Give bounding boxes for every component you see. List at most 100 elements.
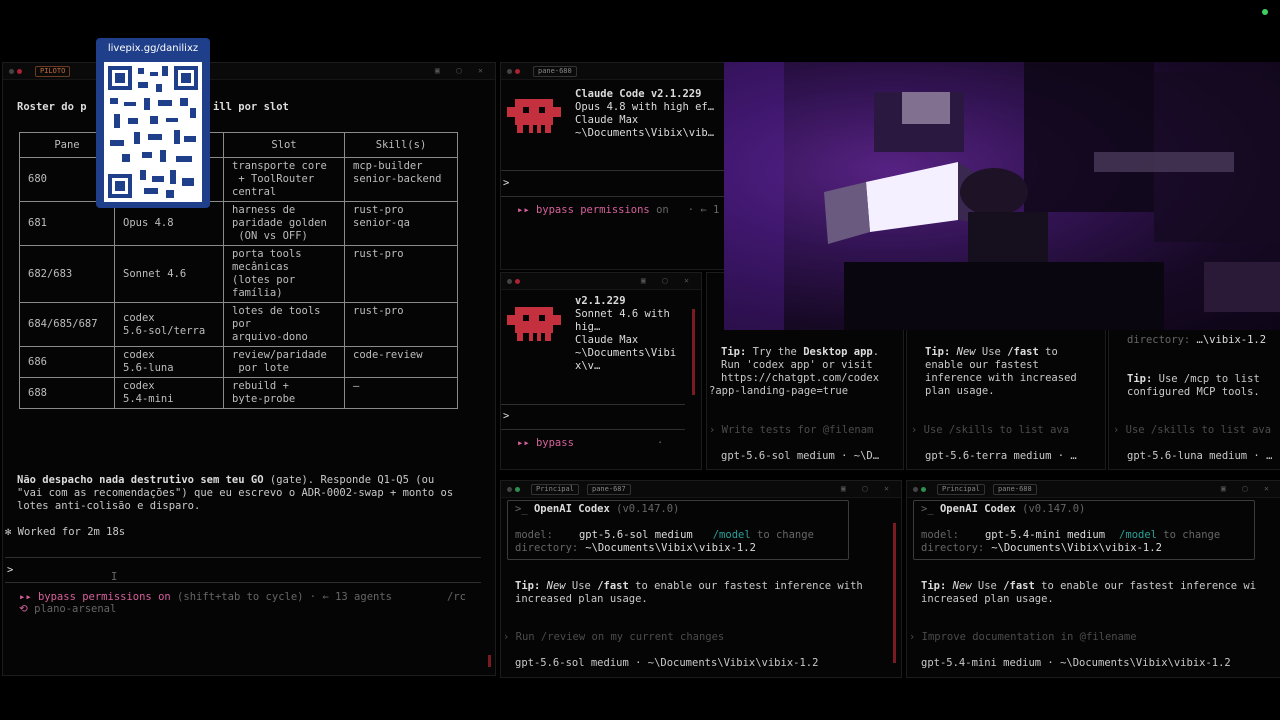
claude-cwd: ~\Documents\Vibix\vib… (575, 127, 715, 139)
pane-controls-icon[interactable]: ▣ ▢ ✕ (841, 484, 895, 493)
claude-top-tabbar: pane-680 (501, 63, 727, 80)
tab-pane-688[interactable]: pane-688 (993, 484, 1037, 495)
cell-model: codex 5.6-luna (114, 346, 224, 378)
window-controls[interactable] (507, 486, 523, 494)
codex-title: >_ OpenAI Codex (v0.147.0) (515, 503, 680, 515)
prompt-input[interactable]: > (503, 410, 683, 423)
scrollbar[interactable] (692, 309, 695, 395)
window-controls[interactable] (507, 278, 523, 286)
claude-cwd-cont: x\v… (575, 360, 601, 372)
cell-slot: porta tools mecânicas (lotes por família… (223, 245, 345, 303)
prompt-input[interactable]: > (503, 177, 723, 190)
window-controls[interactable] (913, 486, 929, 494)
table-row: 682/683 Sonnet 4.6 porta tools mecânicas… (19, 245, 458, 303)
claude-pane-mid: ▣ ▢ ✕ v2.1.229 Sonnet 4.6 with hig… Clau… (500, 272, 702, 470)
tip-line2: increased plan usage. (921, 593, 1054, 605)
composer-input[interactable]: › Improve documentation in @filename (909, 631, 1137, 644)
pane-controls-icon[interactable]: ▣ ▢ ✕ (435, 66, 489, 75)
table-row: 688 codex 5.4-mini rebuild + byte-probe … (19, 377, 458, 409)
tab-piloto[interactable]: PILOTO (35, 66, 71, 77)
roster-table: Pane Slot Skill(s) 680 transporte core +… (19, 132, 458, 409)
tip-line2: configured MCP tools. (1127, 386, 1260, 398)
qr-code-icon (104, 62, 202, 202)
window-controls[interactable] (9, 68, 25, 76)
codex-status: gpt-5.6-sol medium · ~\Documents\Vibix\v… (515, 657, 819, 669)
cell-model: Sonnet 4.6 (114, 245, 224, 303)
claude-invader-icon (507, 99, 561, 133)
claude-plan: Claude Max (575, 334, 639, 346)
tab-pane-687[interactable]: pane-687 (587, 484, 631, 495)
left-pane-tabbar: PILOTO ▣ ▢ ✕ (3, 63, 495, 80)
claude-model-cont: hig… (575, 321, 601, 333)
bypass-icon: ▸▸ (517, 204, 536, 216)
cell-slot: lotes de tools por arquivo-dono (223, 302, 345, 347)
cell-skills: rust-pro (344, 245, 458, 303)
cell-skills: mcp-builder senior-backend (344, 157, 458, 202)
table-header-row: Pane Slot Skill(s) (19, 132, 458, 158)
tip-link[interactable]: https://chatgpt.com/codex (721, 372, 879, 385)
status-line: ▸▸ bypass permissions on · ← 1 (517, 204, 719, 217)
status-on: on (151, 591, 171, 603)
cell-skills: — (344, 377, 458, 409)
tip-line1: Tip: New Use /fast to enable our fastest… (515, 580, 863, 592)
claude-model: Opus 4.8 with high ef… (575, 101, 715, 113)
cell-pane: 688 (19, 377, 115, 409)
cell-model: codex 5.4-mini (114, 377, 224, 409)
claude-mid-tabbar: ▣ ▢ ✕ (501, 273, 701, 290)
pane-controls-icon[interactable]: ▣ ▢ ✕ (641, 276, 695, 285)
prompt-divider-top (5, 557, 481, 558)
codex-bottom2-tabbar: Principal pane-688 ▣ ▢ ✕ (907, 481, 1280, 498)
codex-status: gpt-5.6-luna medium · … (1127, 450, 1273, 462)
cell-model: codex 5.6-sol/terra (114, 302, 224, 347)
bypass-icon: ▸▸ (517, 437, 536, 449)
window-controls[interactable] (507, 68, 523, 76)
scrollbar[interactable] (893, 523, 896, 663)
cell-slot: rebuild + byte-probe (223, 377, 345, 409)
claude-plan: Claude Max (575, 114, 639, 126)
status-rc[interactable]: /rc (447, 591, 466, 604)
claude-pane-680: pane-680 Claude Code v2.1.229 Opus 4.8 w… (500, 62, 728, 270)
tab-principal[interactable]: Principal (531, 484, 579, 495)
asterisk-icon: ✻ (5, 526, 18, 538)
livepix-qr-card: livepix.gg/danilixz (96, 38, 210, 208)
status-line: ▸▸ bypass (517, 437, 574, 450)
status-dot: · (657, 437, 664, 449)
webcam-overlay (724, 62, 1280, 330)
roster-heading-right: ill por slot (213, 101, 289, 113)
composer-input[interactable]: › Use /skills to list ava (911, 424, 1069, 437)
prompt-divider-bottom (501, 429, 685, 430)
codex-model-line: model: gpt-5.6-sol medium/model to change (515, 529, 814, 541)
cell-model: Opus 4.8 (114, 201, 224, 246)
session-icon: ⟲ (19, 603, 35, 615)
prompt-input[interactable]: > (7, 564, 477, 577)
table-row: 684/685/687 codex 5.6-sol/terra lotes de… (19, 302, 458, 347)
tab-principal[interactable]: Principal (937, 484, 985, 495)
table-row: 680 transporte core + ToolRouter central… (19, 157, 458, 202)
composer-input[interactable]: › Write tests for @filenam (709, 424, 873, 437)
table-row: 681 Opus 4.8 harness de paridade golden … (19, 201, 458, 246)
codex-status: gpt-5.6-sol medium · ~\D… (721, 450, 880, 462)
cell-skills: code-review (344, 346, 458, 378)
prompt-divider-bottom (501, 196, 725, 197)
status-bypass: bypass (535, 437, 574, 449)
tip-link-cont[interactable]: ?app-landing-page=true (709, 385, 848, 398)
tip-line1: Tip: Use /mcp to list (1127, 373, 1260, 385)
claude-title: Claude Code v2.1.229 (575, 88, 702, 100)
table-row: 686 codex 5.6-luna review/paridade por l… (19, 346, 458, 378)
tab-pane-680[interactable]: pane-680 (533, 66, 577, 77)
codex-directory-line: directory: ~\Documents\Vibix\vibix-1.2 (921, 542, 1162, 554)
cell-skills: rust-pro senior-qa (344, 201, 458, 246)
scrollbar[interactable] (488, 655, 491, 667)
tip-line1: Tip: New Use /fast to enable our fastest… (921, 580, 1257, 592)
col-header-skills: Skill(s) (344, 132, 458, 158)
gate-message-rest: (gate). Responde Q1-Q5 (ou (263, 474, 435, 486)
session-name: ⟲ plano-arsenal (19, 603, 117, 615)
prompt-divider-top (501, 170, 725, 171)
col-header-slot: Slot (223, 132, 345, 158)
status-rest: (shift+tab to cycle) · ← 13 agents (170, 591, 392, 603)
pane-controls-icon[interactable]: ▣ ▢ ✕ (1221, 484, 1275, 493)
composer-input[interactable]: › Use /skills to list ava (1113, 424, 1271, 437)
codex-status: gpt-5.4-mini medium · ~\Documents\Vibix\… (921, 657, 1231, 669)
gate-message-line1: Não despacho nada destrutivo sem teu GO … (17, 474, 434, 487)
composer-input[interactable]: › Run /review on my current changes (503, 631, 724, 644)
